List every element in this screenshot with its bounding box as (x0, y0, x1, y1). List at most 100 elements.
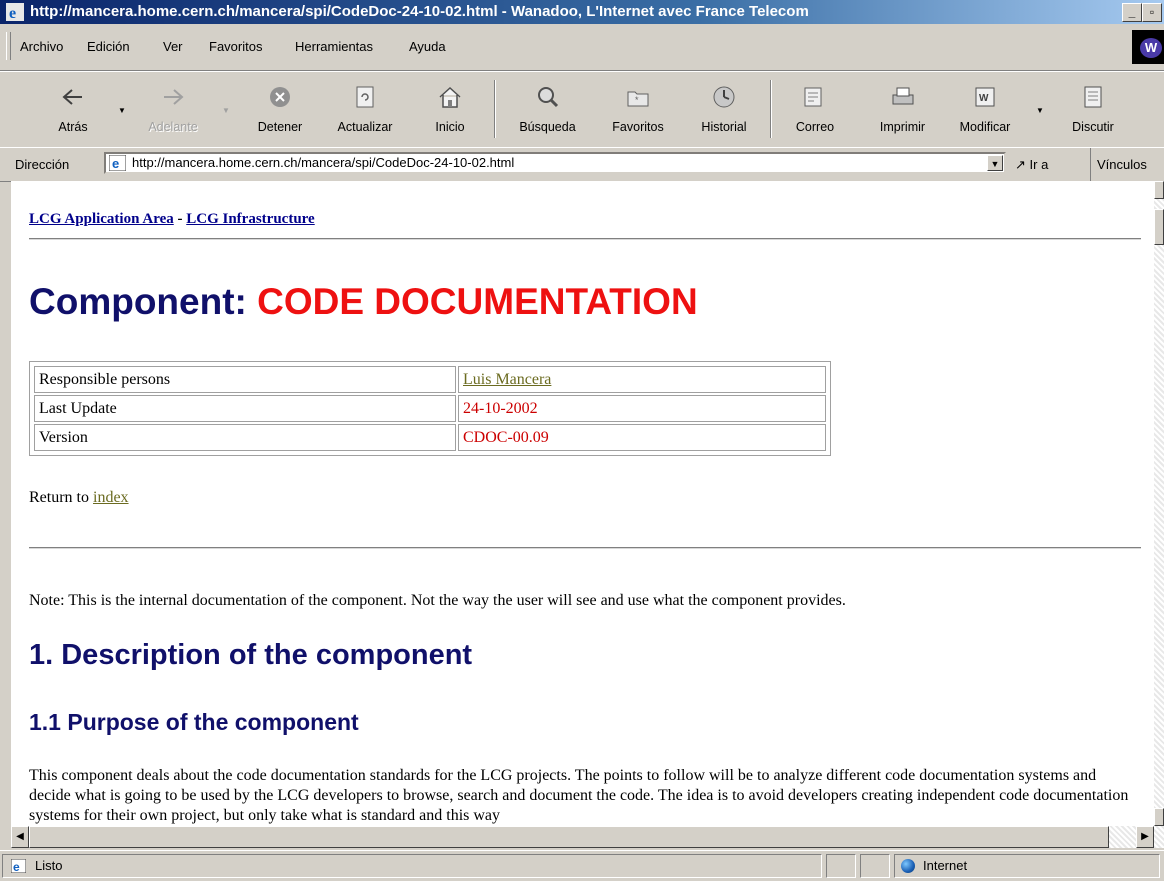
back-label: Atrás (58, 120, 88, 134)
status-text: Listo (35, 858, 63, 873)
responsible-label: Responsible persons (34, 366, 456, 393)
vertical-scrollbar[interactable] (1154, 181, 1164, 848)
section-heading: 1. Description of the component (29, 639, 473, 671)
return-line: Return to index (29, 489, 129, 507)
lcg-application-area-link[interactable]: LCG Application Area (29, 211, 174, 227)
refresh-button[interactable]: Actualizar (325, 72, 405, 147)
stop-label: Detener (257, 120, 303, 134)
status-panel: e Listo (2, 854, 822, 878)
menu-herramientas[interactable]: Herramientas (295, 24, 373, 70)
scroll-down-button[interactable] (1154, 808, 1164, 826)
title-bar: e http://mancera.home.cern.ch/mancera/sp… (0, 0, 1164, 24)
menu-grip (6, 32, 11, 60)
menu-bar: Archivo Edición Ver Favoritos Herramient… (0, 24, 1164, 71)
discuss-label: Discutir (1072, 120, 1114, 134)
mail-button[interactable]: Correo (780, 72, 850, 147)
svg-text:W: W (979, 93, 989, 104)
divider (29, 238, 1141, 240)
minimize-button[interactable]: _ (1122, 3, 1142, 22)
ie-logo-icon: e (6, 3, 24, 21)
history-label: Historial (701, 120, 747, 134)
mail-icon (804, 87, 822, 107)
favorites-label: Favoritos (612, 120, 664, 134)
page-status-icon: e (11, 859, 26, 873)
table-row: Responsible persons Luis Mancera (34, 366, 826, 393)
print-label: Imprimir (879, 120, 926, 134)
stop-icon (270, 87, 290, 107)
last-update-label: Last Update (34, 395, 456, 422)
svg-text:e: e (13, 860, 20, 873)
menu-favoritos[interactable]: Favoritos (209, 24, 262, 70)
history-button[interactable]: Historial (684, 72, 764, 147)
search-label: Búsqueda (519, 120, 576, 134)
toolbar: Atrás ▼ Adelante ▼ Detener Actualizar In… (0, 71, 1164, 148)
edit-dropdown-icon[interactable]: ▼ (1036, 106, 1044, 115)
scroll-up-button[interactable] (1154, 181, 1164, 199)
scroll-right-icon[interactable]: ▶ (1136, 826, 1154, 848)
back-dropdown-icon[interactable]: ▼ (118, 106, 126, 115)
stop-button[interactable]: Detener (245, 72, 315, 147)
page-title: Component: CODE DOCUMENTATION (29, 281, 698, 323)
info-table: Responsible persons Luis Mancera Last Up… (29, 361, 831, 456)
go-button[interactable]: ↗ Ir a (1015, 148, 1048, 181)
menu-edicion[interactable]: Edición (87, 24, 130, 70)
print-button[interactable]: Imprimir (865, 72, 940, 147)
home-label: Inicio (435, 120, 465, 134)
mail-label: Correo (795, 120, 835, 134)
go-arrow-icon: ↗ (1015, 157, 1026, 172)
page-content: LCG Application Area - LCG Infrastructur… (11, 181, 1154, 848)
maximize-button[interactable]: ▫ (1142, 3, 1162, 22)
page-icon: e (109, 155, 126, 171)
address-dropdown-icon[interactable]: ▼ (987, 155, 1003, 171)
discuss-button[interactable]: Discutir (1058, 72, 1128, 147)
index-link[interactable]: index (93, 489, 129, 506)
security-zone: Internet (894, 854, 1160, 878)
forward-arrow-icon (164, 89, 184, 105)
last-update-value: 24-10-2002 (458, 395, 826, 422)
menu-ayuda[interactable]: Ayuda (409, 24, 446, 70)
search-icon (537, 87, 558, 108)
divider (29, 547, 1141, 549)
lcg-infrastructure-link[interactable]: LCG Infrastructure (186, 211, 314, 227)
body-paragraph: This component deals about the code docu… (29, 767, 1129, 824)
print-icon (892, 87, 913, 105)
home-icon (439, 86, 461, 108)
component-name: CODE DOCUMENTATION (257, 281, 698, 322)
links-label: Vínculos (1097, 157, 1147, 172)
forward-button[interactable]: Adelante (133, 72, 213, 147)
links-button[interactable]: Vínculos (1090, 148, 1147, 181)
back-button[interactable]: Atrás (38, 72, 108, 147)
address-bar: Dirección e http://mancera.home.cern.ch/… (0, 147, 1164, 182)
forward-dropdown-icon[interactable]: ▼ (222, 106, 230, 115)
menu-ver[interactable]: Ver (163, 24, 183, 70)
brand-logo: W (1132, 30, 1164, 64)
globe-icon (901, 859, 915, 873)
edit-label: Modificar (959, 120, 1011, 134)
horizontal-scroll-thumb[interactable] (29, 826, 1109, 848)
breadcrumb-separator: - (177, 211, 183, 227)
menu-archivo[interactable]: Archivo (20, 24, 63, 70)
svg-text:*: * (635, 95, 639, 105)
edit-button[interactable]: W Modificar (945, 72, 1025, 147)
horizontal-scrollbar[interactable]: ◀ ▶ (11, 826, 1154, 848)
window-title: http://mancera.home.cern.ch/mancera/spi/… (30, 3, 809, 20)
status-cell (826, 854, 856, 878)
home-button[interactable]: Inicio (420, 72, 480, 147)
subsection-heading: 1.1 Purpose of the component (29, 709, 359, 735)
table-row: Last Update 24-10-2002 (34, 395, 826, 422)
svg-text:e: e (9, 5, 16, 21)
responsible-person-link[interactable]: Luis Mancera (463, 371, 551, 388)
forward-label: Adelante (148, 120, 198, 134)
scroll-left-icon[interactable]: ◀ (11, 826, 29, 848)
zone-label: Internet (923, 858, 968, 873)
word-edit-icon: W (975, 87, 995, 107)
toolbar-separator (770, 80, 772, 138)
version-value: CDOC-00.09 (458, 424, 826, 451)
vertical-scroll-thumb[interactable] (1154, 209, 1164, 245)
address-input[interactable]: e http://mancera.home.cern.ch/mancera/sp… (104, 152, 1006, 174)
history-icon (713, 86, 735, 108)
note-text: Note: This is the internal documentation… (29, 592, 846, 609)
favorites-button[interactable]: * Favoritos (598, 72, 678, 147)
brand-logo-letter: W (1140, 38, 1162, 58)
search-button[interactable]: Búsqueda (505, 72, 590, 147)
